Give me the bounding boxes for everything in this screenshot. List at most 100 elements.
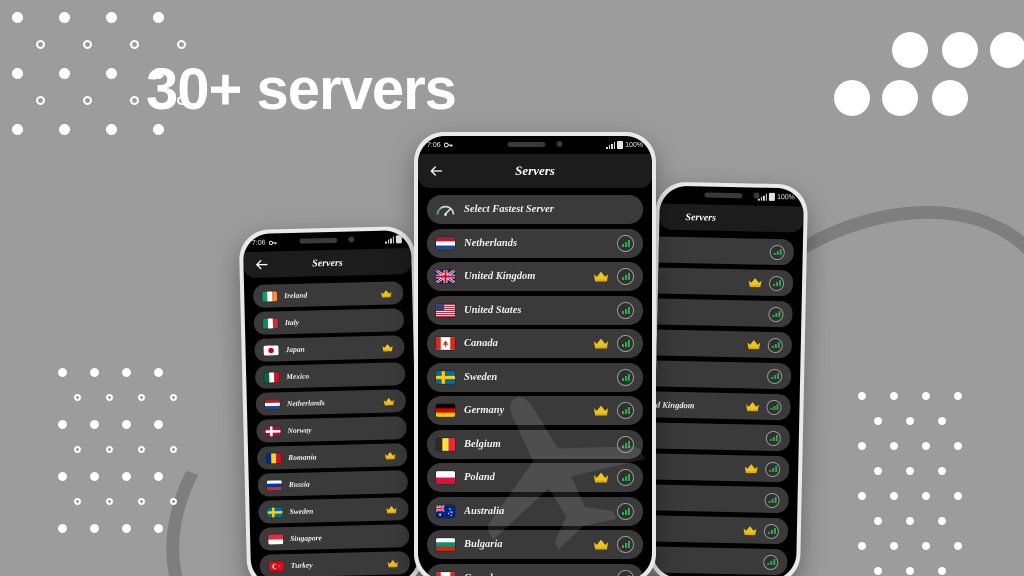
decor-filled-dot	[938, 517, 946, 525]
server-name-label: United Kingdom	[464, 271, 536, 282]
server-row[interactable]	[651, 235, 795, 266]
decor-large-circle	[882, 80, 918, 116]
server-row[interactable]: United States	[427, 295, 643, 325]
decor-large-circle	[892, 32, 928, 68]
server-row[interactable]: Norway	[256, 416, 407, 443]
flag-icon-bulgaria	[436, 538, 455, 551]
server-row[interactable]: Turkey	[259, 551, 411, 576]
server-list-center[interactable]: Select Fastest Server Netherlands United …	[418, 188, 652, 576]
server-row[interactable]: Belgium	[427, 429, 643, 459]
server-name-label: Poland	[464, 472, 495, 483]
server-list-left[interactable]: Ireland Italy Japan Mexico Netherlands Norway…	[244, 274, 419, 576]
server-name-label: Singapore	[290, 533, 322, 544]
flag-icon-united-states	[436, 303, 455, 317]
signal-strength-icon	[768, 306, 784, 322]
decor-ring-dot	[138, 394, 145, 401]
server-row[interactable]: United Kingdom	[651, 390, 791, 421]
crown-icon	[387, 559, 398, 567]
server-row[interactable]	[651, 328, 793, 359]
row-spacer	[652, 342, 747, 344]
signal-strength-icon	[767, 337, 783, 353]
server-name-label: Turkey	[290, 560, 313, 571]
decor-filled-dot	[90, 524, 99, 533]
server-row[interactable]	[651, 452, 790, 483]
app-bar-right: Servers	[659, 203, 804, 233]
server-row[interactable]: Japan	[254, 335, 405, 362]
server-row[interactable]: Ireland	[252, 281, 404, 308]
server-row[interactable]: Romania	[256, 443, 408, 470]
crown-icon	[593, 405, 609, 416]
speaker-grill-icon	[507, 141, 546, 147]
signal-strength-icon	[617, 569, 634, 576]
server-list-right[interactable]: United Kingdom	[651, 228, 803, 576]
row-spacer	[305, 347, 382, 349]
server-row[interactable]: Russia	[257, 470, 409, 497]
server-row[interactable]: Canada	[427, 329, 643, 358]
server-row[interactable]	[651, 266, 794, 297]
server-row[interactable]: Italy	[253, 308, 405, 335]
row-spacer	[307, 293, 380, 295]
server-row[interactable]: Singapore	[258, 524, 410, 551]
server-row[interactable]: Sweden	[427, 362, 643, 392]
crown-icon	[748, 278, 762, 288]
decor-filled-dot	[890, 392, 898, 400]
decor-filled-dot	[858, 492, 866, 500]
clock-label: 7:06	[427, 141, 441, 149]
decor-filled-dot	[954, 392, 962, 400]
server-row[interactable]	[651, 359, 792, 390]
server-row[interactable]	[651, 545, 788, 576]
server-row[interactable]: Sweden	[258, 497, 409, 524]
decor-ring-dot	[170, 394, 177, 401]
server-row[interactable]: Netherlands	[255, 389, 407, 416]
decor-filled-dot	[154, 524, 163, 533]
row-spacer	[652, 528, 743, 530]
decor-filled-dot	[122, 368, 131, 377]
server-row[interactable]: United Kingdom	[427, 262, 643, 291]
crown-icon	[746, 402, 759, 412]
decor-filled-dot	[922, 492, 930, 500]
server-name-label: Norway	[287, 425, 312, 436]
row-spacer	[299, 320, 395, 322]
server-name-label: United Kingdom	[651, 399, 695, 411]
server-row[interactable]	[651, 514, 789, 545]
server-name-label: Sweden	[289, 506, 314, 517]
decor-filled-dot	[922, 542, 930, 550]
decor-filled-dot	[906, 417, 914, 425]
server-name-label: Netherlands	[286, 398, 325, 409]
flag-icon-canada	[436, 571, 455, 576]
decor-ring-dot	[170, 498, 177, 505]
decor-ring-dot	[74, 498, 81, 505]
server-row[interactable]	[651, 421, 791, 452]
server-row[interactable]: Germany	[427, 396, 643, 425]
select-fastest-server-row[interactable]: Select Fastest Server	[427, 195, 643, 224]
app-bar-center: Servers	[418, 154, 652, 188]
crown-icon	[744, 464, 758, 474]
decor-filled-dot	[12, 12, 23, 23]
server-name-label: Belgium	[464, 438, 501, 450]
server-row[interactable]: Netherlands	[427, 228, 643, 258]
flag-icon-australia	[436, 504, 455, 518]
front-camera-icon	[753, 192, 760, 199]
select-fastest-server-label: Select Fastest Server	[464, 204, 554, 215]
crown-icon	[747, 340, 761, 350]
flag-icon-singapore	[268, 533, 284, 545]
server-row[interactable]: Canada	[427, 563, 643, 576]
server-row[interactable]: Bulgaria	[427, 530, 643, 559]
crown-icon	[593, 539, 609, 550]
flag-icon-netherlands	[264, 398, 281, 410]
server-row[interactable]: Mexico	[254, 362, 406, 389]
server-name-label: United States	[464, 304, 522, 316]
flag-icon-netherlands	[436, 236, 455, 250]
server-row[interactable]	[651, 297, 793, 328]
server-row[interactable]	[651, 483, 789, 514]
battery-percent-label: 100%	[776, 193, 795, 201]
signal-bars-icon	[606, 141, 616, 149]
server-row[interactable]: Poland	[427, 463, 643, 492]
row-spacer	[310, 482, 399, 484]
signal-strength-icon	[617, 536, 634, 553]
decor-filled-dot	[154, 472, 163, 481]
row-spacer	[652, 466, 744, 468]
decor-filled-dot	[890, 542, 898, 550]
phone-left-screen: 7:06 Servers Ireland Italy Japan Mexico Net	[242, 230, 420, 576]
server-row[interactable]: Australia	[427, 496, 643, 526]
